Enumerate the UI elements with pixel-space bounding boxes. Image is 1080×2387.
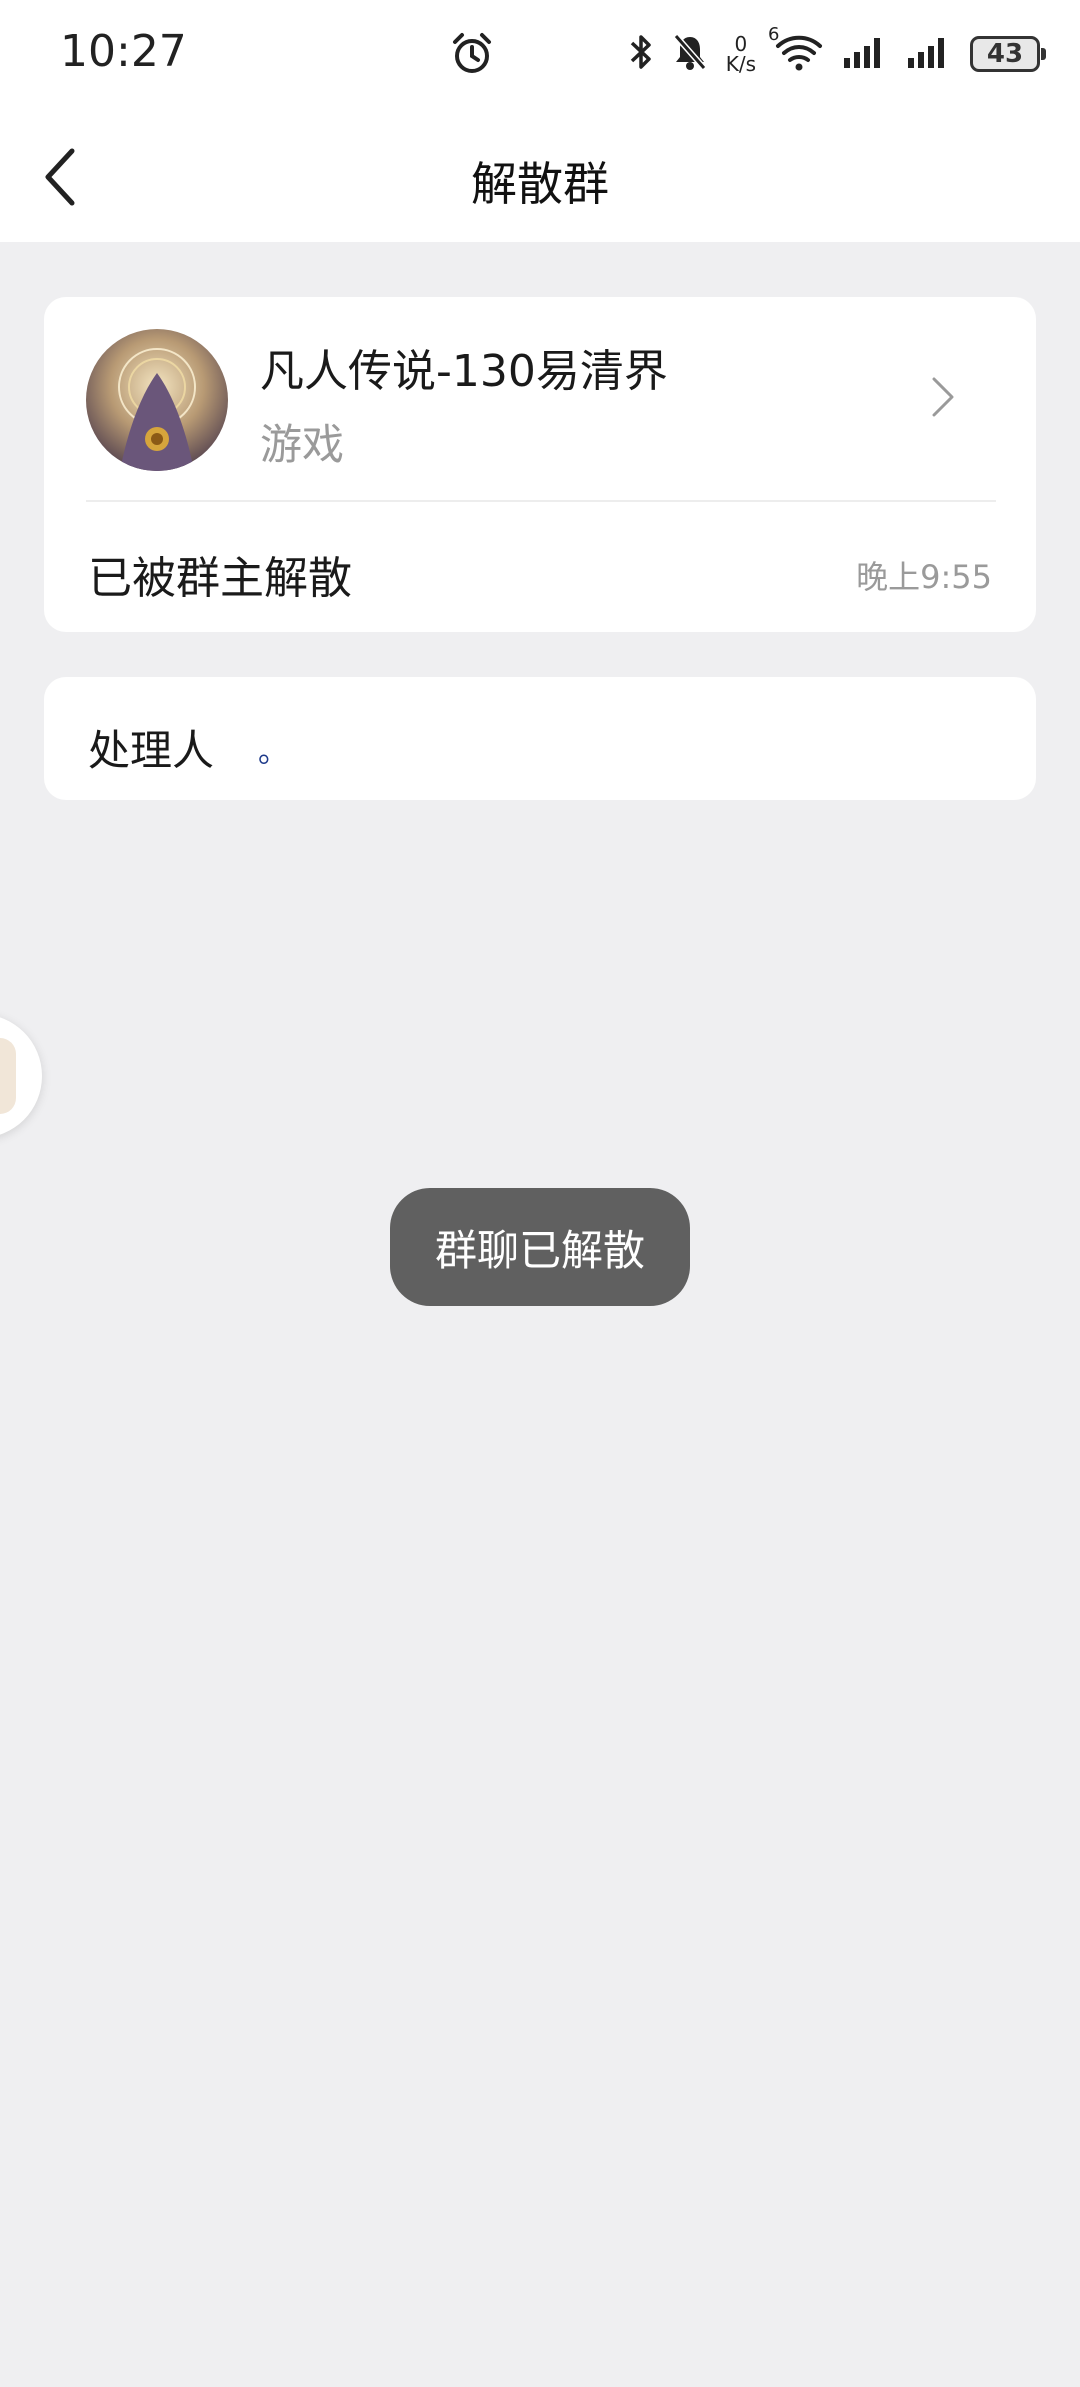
net-speed-value: 0: [734, 32, 748, 56]
dissolve-status-row: 已被群主解散 晚上9:55: [44, 502, 1036, 632]
status-time: 10:27: [60, 26, 187, 77]
handler-value[interactable]: 。: [258, 727, 288, 771]
status-bar: 10:27 0 K/s 6 43: [0, 0, 1080, 108]
bluetooth-icon: [628, 32, 654, 76]
battery-icon: 43: [970, 36, 1046, 72]
net-speed: 0 K/s: [726, 34, 756, 74]
dissolve-status-text: 已被群主解散: [88, 553, 352, 604]
group-name: 凡人传说-130易清界: [260, 346, 668, 397]
battery-level: 43: [986, 39, 1024, 69]
bell-muted-icon: [672, 32, 708, 76]
toast-message: 群聊已解散: [390, 1188, 690, 1306]
dissolve-time: 晚上9:55: [856, 558, 992, 596]
group-info-row[interactable]: 凡人传说-130易清界 游戏: [44, 297, 1036, 500]
nav-bar: 解散群: [0, 108, 1080, 242]
floating-window-handle[interactable]: [0, 1014, 42, 1138]
group-avatar: [86, 329, 228, 471]
page-title: 解散群: [471, 157, 609, 211]
signal-icon: [842, 34, 888, 74]
group-category: 游戏: [260, 420, 345, 469]
signal-icon-2: [906, 34, 952, 74]
chevron-right-icon: [930, 375, 956, 423]
handler-card: 处理人 。: [44, 677, 1036, 800]
wifi-icon: 6: [768, 24, 824, 76]
handler-label: 处理人: [88, 726, 215, 775]
alarm-icon: [448, 30, 496, 82]
net-speed-unit: K/s: [725, 52, 756, 76]
wifi-badge: 6: [768, 24, 780, 45]
floating-window-inner: [0, 1038, 16, 1114]
group-card: 凡人传说-130易清界 游戏 已被群主解散 晚上9:55: [44, 297, 1036, 632]
